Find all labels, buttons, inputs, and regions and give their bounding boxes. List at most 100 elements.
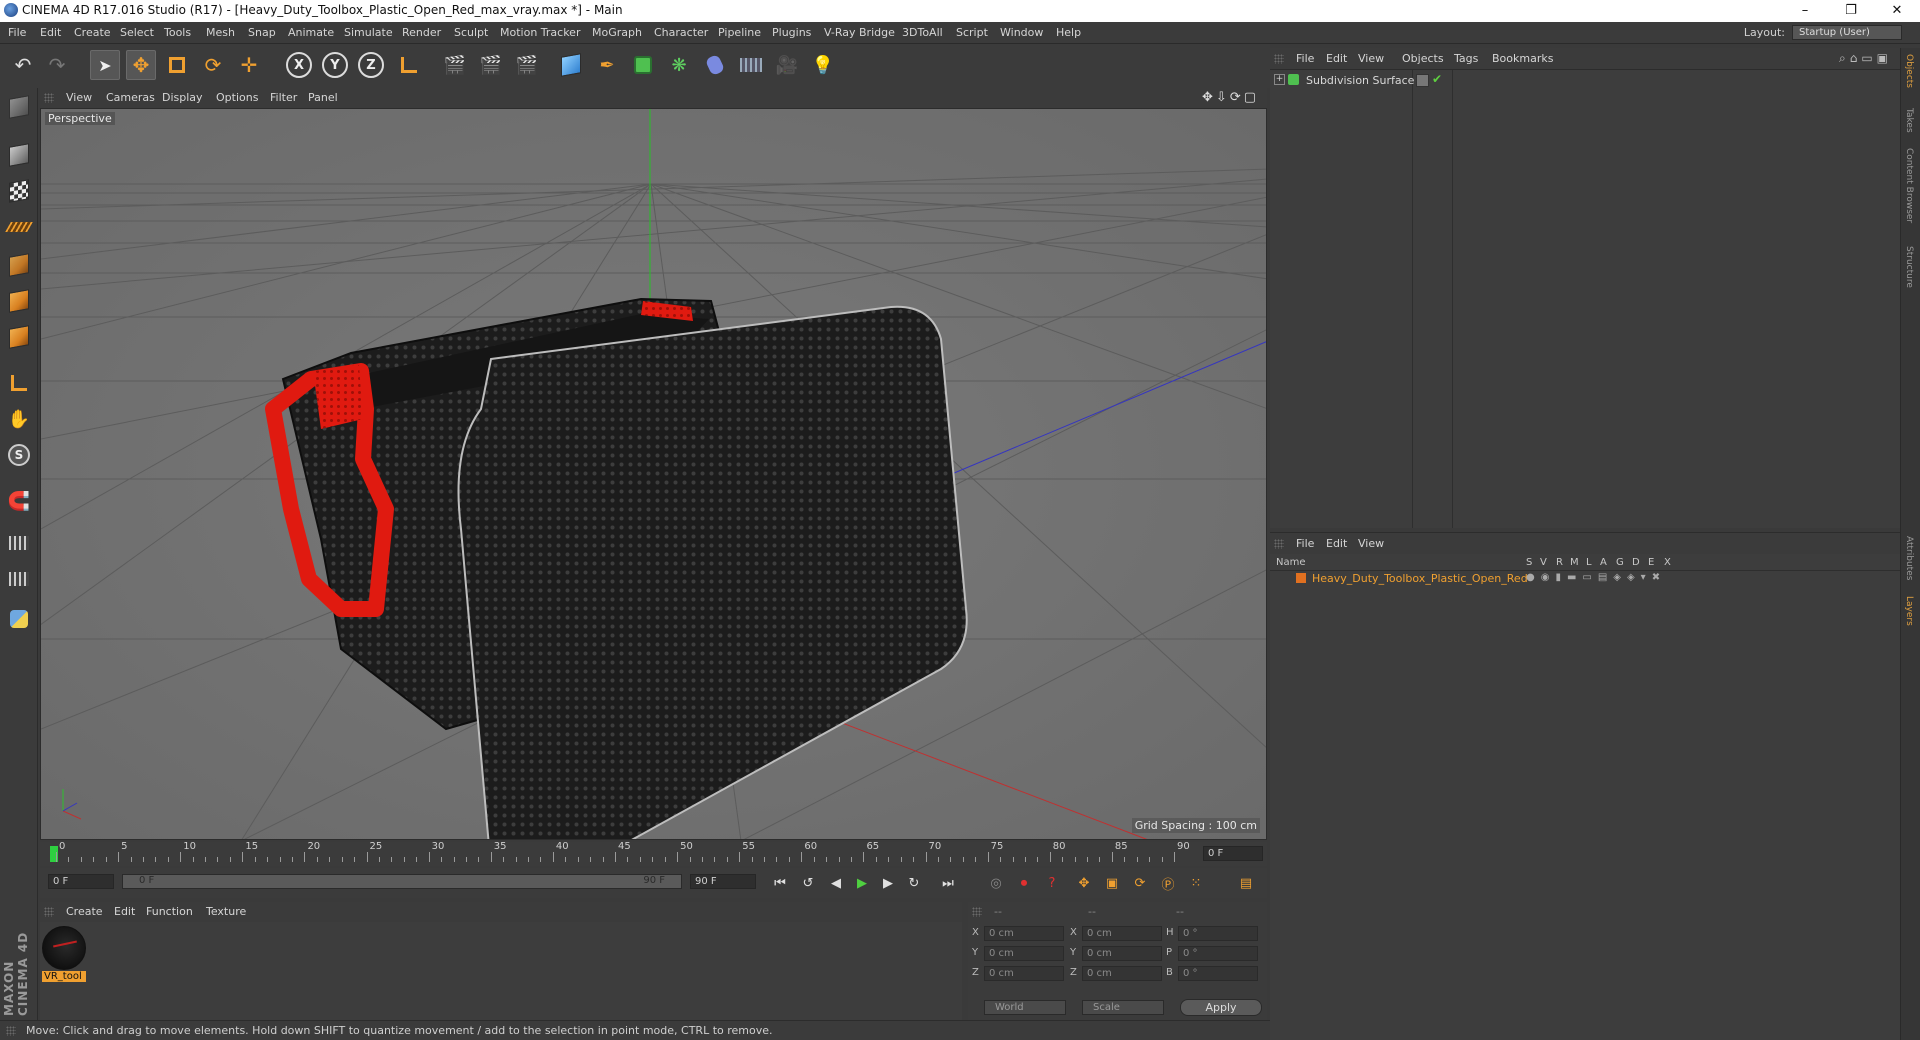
menu-mesh[interactable]: Mesh <box>206 26 235 39</box>
play-icon[interactable]: ▶ <box>850 872 874 894</box>
points-mode-icon[interactable] <box>4 250 34 280</box>
object-manager-search-icons[interactable]: ⌕⌂▭▣ <box>1839 51 1892 66</box>
menu-script[interactable]: Script <box>956 26 988 39</box>
keyframe-position-icon[interactable]: ✥ <box>1072 872 1096 894</box>
previous-frame-icon[interactable]: ◀ <box>824 872 848 894</box>
menu-mograph[interactable]: MoGraph <box>592 26 642 39</box>
rotate-tool-icon[interactable]: ⟳ <box>198 50 228 80</box>
menu-simulate[interactable]: Simulate <box>344 26 393 39</box>
grid-lock-icon[interactable] <box>4 528 34 558</box>
material-menu-create[interactable]: Create <box>66 905 103 918</box>
restore-button[interactable]: ❐ <box>1828 0 1874 22</box>
render-picture-viewer-icon[interactable]: 🎬 <box>476 50 506 80</box>
menu-select[interactable]: Select <box>120 26 154 39</box>
object-menu-edit[interactable]: Edit <box>1326 52 1347 65</box>
viewport-navigation-icons[interactable]: ✥⇩⟳▢ <box>1202 90 1259 105</box>
layer-menu-file[interactable]: File <box>1296 537 1314 550</box>
record-active-icon[interactable]: ⏺ <box>1012 872 1036 894</box>
menu-render[interactable]: Render <box>402 26 441 39</box>
menu-animate[interactable]: Animate <box>288 26 334 39</box>
menu-help[interactable]: Help <box>1056 26 1081 39</box>
tab-objects[interactable]: Objects <box>1904 54 1914 88</box>
next-key-icon[interactable]: ↻ <box>902 872 926 894</box>
material-menu-function[interactable]: Function <box>146 905 193 918</box>
layer-name[interactable]: Heavy_Duty_Toolbox_Plastic_Open_Red <box>1312 572 1528 585</box>
camera-icon[interactable]: 🎥 <box>772 50 802 80</box>
scale-tool-icon[interactable] <box>162 50 192 80</box>
coord-value-field[interactable]: 0 cm <box>1082 966 1162 981</box>
apply-button[interactable]: Apply <box>1180 999 1262 1016</box>
autokey-icon[interactable]: ? <box>1040 872 1064 894</box>
texture-mode-icon[interactable] <box>4 176 34 206</box>
menu-motion-tracker[interactable]: Motion Tracker <box>500 26 580 39</box>
viewport-menu-cameras[interactable]: Cameras <box>106 91 155 104</box>
material-menu-edit[interactable]: Edit <box>114 905 135 918</box>
snap-icon[interactable]: S <box>4 440 34 470</box>
keyframe-pla-icon[interactable]: ⁙ <box>1184 872 1208 894</box>
end-frame-field[interactable]: 90 F <box>690 874 756 889</box>
grid-rotate-icon[interactable] <box>4 564 34 594</box>
timeline-window-icon[interactable]: ▤ <box>1234 872 1258 894</box>
menu-create[interactable]: Create <box>74 26 111 39</box>
move-tool-icon[interactable]: ✥ <box>126 50 156 80</box>
timeline-ruler[interactable]: 0 5 10 15 20 25 30 35 40 45 50 55 60 65 70 75 80 85 90 0 F <box>40 841 1267 866</box>
undo-icon[interactable]: ↶ <box>8 50 38 80</box>
axis-mode-icon[interactable] <box>4 368 34 398</box>
next-frame-icon[interactable]: ▶ <box>876 872 900 894</box>
close-button[interactable]: ✕ <box>1874 0 1920 22</box>
tab-attributes[interactable]: Attributes <box>1904 536 1914 580</box>
make-editable-icon[interactable] <box>4 92 34 122</box>
object-row-subdivision-surface[interactable]: + Subdivision Surface ✔ <box>1270 72 1900 90</box>
layer-color-icon[interactable] <box>1416 74 1429 87</box>
deformer-icon[interactable] <box>700 50 730 80</box>
enabled-check-icon[interactable]: ✔ <box>1432 72 1442 86</box>
keyframe-rotation-icon[interactable]: ⟳ <box>1128 872 1152 894</box>
go-to-start-icon[interactable]: ⏮ <box>768 872 792 894</box>
render-settings-icon[interactable]: 🎬 <box>512 50 542 80</box>
light-icon[interactable]: 💡 <box>808 50 838 80</box>
viewport-menu-display[interactable]: Display <box>162 91 203 104</box>
menu-snap[interactable]: Snap <box>248 26 276 39</box>
keyframe-parameter-icon[interactable]: Ⓟ <box>1156 872 1180 894</box>
viewport-menu-filter[interactable]: Filter <box>270 91 297 104</box>
workplane-icon[interactable] <box>4 212 34 242</box>
subdivision-surface-icon[interactable] <box>628 50 658 80</box>
layout-dropdown[interactable]: Startup (User) <box>1792 25 1902 40</box>
go-to-end-icon[interactable]: ⏭ <box>936 872 960 894</box>
coord-value-field[interactable]: 0 ° <box>1178 926 1258 941</box>
menu-pipeline[interactable]: Pipeline <box>718 26 761 39</box>
size-mode-dropdown[interactable]: Scale <box>1082 1000 1164 1015</box>
spline-pen-icon[interactable]: ✒ <box>592 50 622 80</box>
layer-row[interactable]: Heavy_Duty_Toolbox_Plastic_Open_Red ●◉▮▬… <box>1270 571 1900 586</box>
coord-value-field[interactable]: 0 ° <box>1178 946 1258 961</box>
layer-toggle-icons[interactable]: ●◉▮▬▭▤◈◈▾✖ <box>1526 572 1666 583</box>
menu-plugins[interactable]: Plugins <box>772 26 811 39</box>
coordinate-mode-dropdown[interactable]: World <box>984 1000 1066 1015</box>
keyframe-scale-icon[interactable]: ▣ <box>1100 872 1124 894</box>
record-objects-icon[interactable]: ◎ <box>984 872 1008 894</box>
menu-character[interactable]: Character <box>654 26 708 39</box>
cube-primitive-icon[interactable] <box>556 50 586 80</box>
menu-vray-bridge[interactable]: V-Ray Bridge <box>824 26 895 39</box>
current-frame-field[interactable]: 0 F <box>1203 846 1263 861</box>
coord-value-field[interactable]: 0 ° <box>1178 966 1258 981</box>
coord-value-field[interactable]: 0 cm <box>984 946 1064 961</box>
material-menu-texture[interactable]: Texture <box>206 905 246 918</box>
menu-window[interactable]: Window <box>1000 26 1043 39</box>
transform-tool-icon[interactable]: ✛ <box>234 50 264 80</box>
menu-edit[interactable]: Edit <box>40 26 61 39</box>
perspective-viewport[interactable]: Perspective Grid Spacing : 100 cm <box>40 108 1267 840</box>
tab-content-browser[interactable]: Content Browser <box>1904 148 1914 223</box>
tweak-mode-icon[interactable]: ✋ <box>4 404 34 434</box>
tab-takes[interactable]: Takes <box>1904 108 1914 133</box>
coord-value-field[interactable]: 0 cm <box>984 966 1064 981</box>
material-swatch[interactable]: VR_tool <box>42 926 86 982</box>
menu-3dtoall[interactable]: 3DToAll <box>902 26 943 39</box>
tab-layers[interactable]: Layers <box>1904 596 1914 626</box>
edges-mode-icon[interactable] <box>4 286 34 316</box>
object-menu-bookmarks[interactable]: Bookmarks <box>1492 52 1553 65</box>
menu-sculpt[interactable]: Sculpt <box>454 26 488 39</box>
z-axis-lock-button[interactable]: Z <box>356 50 386 80</box>
coord-value-field[interactable]: 0 cm <box>984 926 1064 941</box>
floor-scene-icon[interactable] <box>736 50 766 80</box>
